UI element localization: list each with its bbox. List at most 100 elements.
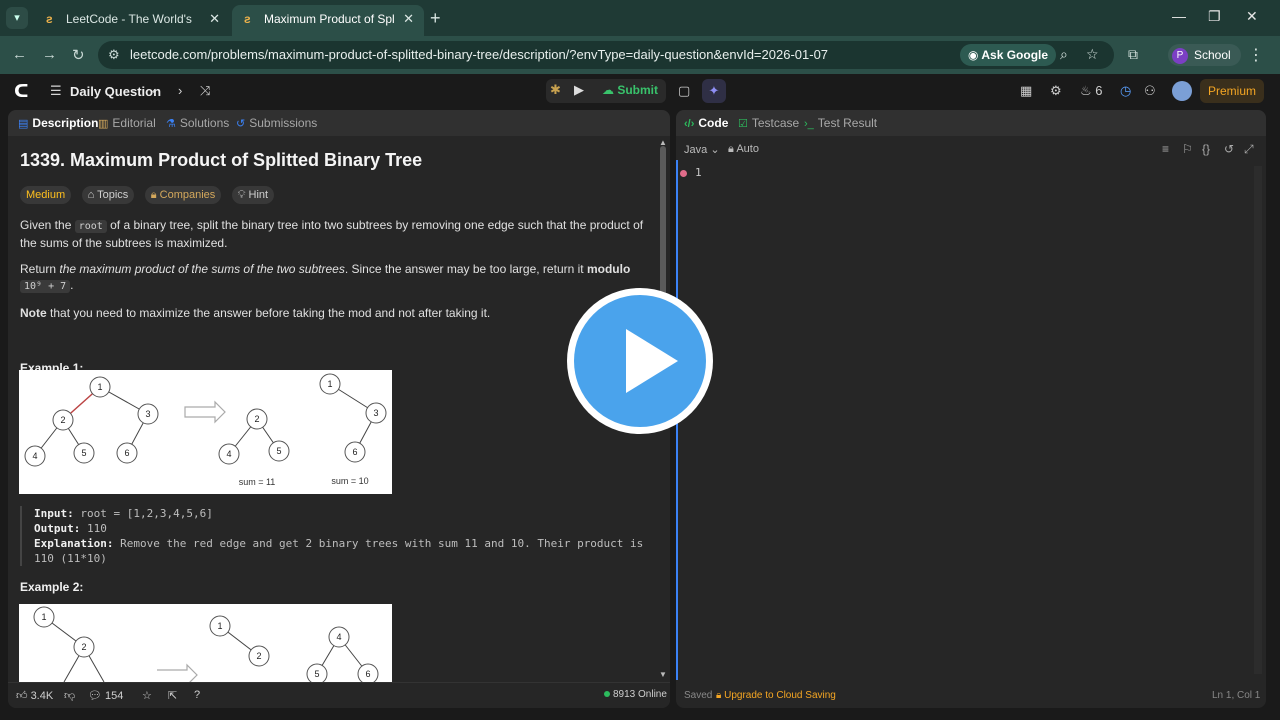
breakpoint-icon[interactable] bbox=[680, 170, 687, 177]
output-value: 110 bbox=[86, 522, 107, 535]
tab-code[interactable]: ‹/› Code bbox=[684, 116, 728, 130]
cloud-upload-icon: ☁ bbox=[602, 83, 618, 97]
topics-badge[interactable]: ⌂ Topics bbox=[81, 186, 135, 204]
code-panel: ‹/› Code ☑ Testcase ›_ Test Result Java ⌄ 🔒… bbox=[676, 110, 1266, 708]
bookmark-star-icon[interactable]: ☆ bbox=[1086, 46, 1099, 63]
browser-menu-icon[interactable]: ⋮ bbox=[1248, 45, 1264, 65]
close-tab-icon[interactable]: ✕ bbox=[403, 5, 414, 33]
profile-button[interactable]: P School bbox=[1168, 44, 1241, 66]
ai-assistant-icon[interactable]: ✦ bbox=[702, 79, 726, 103]
code-tabs: ‹/› Code ☑ Testcase ›_ Test Result bbox=[676, 110, 1266, 136]
submit-button[interactable]: ☁ Submit bbox=[602, 83, 658, 97]
reload-icon[interactable]: ↻ bbox=[72, 46, 85, 64]
mode-select[interactable]: 🔒︎ Auto bbox=[728, 143, 759, 156]
svg-text:6: 6 bbox=[124, 448, 129, 458]
explanation-label: Explanation: bbox=[34, 537, 114, 550]
text: Return bbox=[20, 262, 60, 276]
ask-google-button[interactable]: ◉ Ask Google bbox=[960, 44, 1057, 66]
tab-test-result[interactable]: ›_ Test Result bbox=[804, 116, 877, 130]
extensions-icon[interactable]: ⧉ bbox=[1128, 46, 1138, 63]
editor-toolbar: Java ⌄ 🔒︎ Auto ≡ ⚐ {} ↺ ⤢ bbox=[676, 140, 1266, 164]
restore-icon[interactable]: ❐ bbox=[1208, 8, 1221, 25]
next-problem-icon[interactable]: › bbox=[178, 83, 182, 98]
problem-list-icon[interactable]: ☰ bbox=[50, 83, 62, 99]
leetcode-logo-icon[interactable]: ᑕ bbox=[14, 81, 29, 102]
minimize-icon[interactable]: — bbox=[1172, 8, 1186, 24]
favorite-star-icon[interactable]: ☆ bbox=[142, 689, 152, 702]
input-label: Input: bbox=[34, 507, 74, 520]
tab-submissions[interactable]: ↺ Submissions bbox=[236, 116, 317, 130]
browser-tab-leetcode-home[interactable]: ƨ LeetCode - The World's Leading ✕ bbox=[34, 5, 230, 36]
like-button[interactable]: 👍︎ 3.4K bbox=[16, 689, 53, 702]
tab-testcase[interactable]: ☑ Testcase bbox=[738, 116, 799, 130]
back-icon[interactable]: ← bbox=[12, 46, 27, 63]
premium-button[interactable]: Premium bbox=[1200, 79, 1264, 103]
site-info-icon[interactable]: ⚙ bbox=[108, 47, 120, 63]
terminal-icon: ›_ bbox=[804, 118, 814, 130]
zoom-search-icon[interactable]: ⌕ bbox=[1060, 46, 1068, 63]
user-avatar[interactable] bbox=[1172, 81, 1192, 101]
browser-tab-strip: ▾ ƨ LeetCode - The World's Leading ✕ ƨ Max… bbox=[0, 0, 1280, 36]
close-window-icon[interactable]: ✕ bbox=[1246, 8, 1258, 25]
text: Given the bbox=[20, 218, 75, 232]
braces-icon[interactable]: {} bbox=[1202, 142, 1210, 156]
play-circle bbox=[574, 295, 706, 427]
browser-tab-active-problem[interactable]: ƨ Maximum Product of Splitted B ✕ bbox=[232, 5, 424, 36]
tab-solutions[interactable]: ⚗ Solutions bbox=[166, 116, 229, 130]
problem-title[interactable]: 1339. Maximum Product of Splitted Binary… bbox=[20, 150, 652, 171]
video-play-button[interactable] bbox=[567, 288, 713, 434]
reset-icon[interactable]: ↺ bbox=[1224, 142, 1234, 156]
editor-scrollbar[interactable] bbox=[1254, 166, 1262, 674]
tab-label: Testcase bbox=[751, 116, 800, 130]
companies-badge[interactable]: 🔒︎ Companies bbox=[144, 186, 222, 204]
tab-title: LeetCode - The World's Leading bbox=[66, 12, 196, 26]
shuffle-icon[interactable]: ⤨ bbox=[200, 83, 210, 99]
tab-editorial[interactable]: ▥ Editorial bbox=[98, 116, 156, 130]
description-paragraph-3: Note that you need to maximize the answe… bbox=[20, 305, 652, 321]
daily-question-link[interactable]: Daily Question bbox=[70, 84, 161, 99]
close-tab-icon[interactable]: ✕ bbox=[209, 5, 220, 33]
format-icon[interactable]: ≡ bbox=[1162, 142, 1169, 156]
tab-search-icon[interactable]: ▾ bbox=[6, 7, 28, 29]
hint-badge[interactable]: 💡︎ Hint bbox=[231, 186, 275, 204]
tab-label: Description bbox=[32, 116, 99, 130]
bookmark-icon[interactable]: ⚐ bbox=[1182, 142, 1193, 156]
tab-description[interactable]: ▤ Description bbox=[18, 116, 98, 130]
url-text[interactable]: leetcode.com/problems/maximum-product-of… bbox=[130, 47, 828, 62]
run-button[interactable]: ▶ bbox=[574, 82, 584, 98]
tab-label: Editorial bbox=[112, 116, 156, 130]
dislike-icon[interactable]: 👎︎ bbox=[64, 689, 75, 702]
add-friend-icon[interactable]: ⚇ bbox=[1144, 83, 1156, 99]
comments-button[interactable]: 💬︎ 154 bbox=[88, 689, 123, 702]
notes-icon[interactable]: ▢ bbox=[678, 83, 690, 99]
timer-icon[interactable]: ◷ bbox=[1120, 83, 1131, 99]
lock-icon: 🔒︎ bbox=[150, 189, 160, 201]
online-dot-icon bbox=[604, 691, 610, 698]
upgrade-cloud-link[interactable]: 🔒︎ Upgrade to Cloud Saving bbox=[716, 690, 836, 701]
address-bar[interactable]: ⚙ leetcode.com/problems/maximum-product-… bbox=[98, 41, 1114, 69]
saved-status: Saved bbox=[684, 690, 713, 701]
language-select[interactable]: Java ⌄ bbox=[684, 143, 720, 156]
output-label: Output: bbox=[34, 522, 81, 535]
line-number: 1 bbox=[695, 166, 702, 179]
run-submit-group: ✱ ▶ ☁ Submit bbox=[546, 79, 666, 103]
svg-text:2: 2 bbox=[254, 414, 259, 424]
debug-icon[interactable]: ✱ bbox=[550, 82, 561, 98]
layout-icon[interactable]: ▦ bbox=[1020, 83, 1032, 99]
forward-icon[interactable]: → bbox=[42, 46, 57, 63]
description-paragraph-2: Return the maximum product of the sums o… bbox=[20, 261, 652, 295]
code-editor[interactable] bbox=[716, 162, 1252, 674]
comments-count: 154 bbox=[105, 690, 124, 702]
scroll-thumb[interactable] bbox=[660, 146, 666, 296]
expand-icon[interactable]: ⤢ bbox=[1244, 142, 1254, 157]
scroll-down-icon[interactable]: ▼ bbox=[659, 670, 667, 679]
description-footer: 👍︎ 3.4K 👎︎ 💬︎ 154 ☆ ⇱ ? 8913 Online bbox=[8, 682, 670, 708]
share-icon[interactable]: ⇱ bbox=[168, 689, 177, 702]
example-1-input: Input: root = [1,2,3,4,5,6] bbox=[34, 506, 652, 521]
streak-counter[interactable]: ♨ 6 bbox=[1080, 83, 1103, 99]
prev-problem-icon[interactable]: ‹ bbox=[152, 83, 156, 98]
help-icon[interactable]: ? bbox=[194, 689, 200, 701]
settings-gear-icon[interactable]: ⚙ bbox=[1050, 83, 1062, 99]
text: . bbox=[70, 278, 74, 292]
new-tab-icon[interactable]: + bbox=[430, 8, 441, 28]
